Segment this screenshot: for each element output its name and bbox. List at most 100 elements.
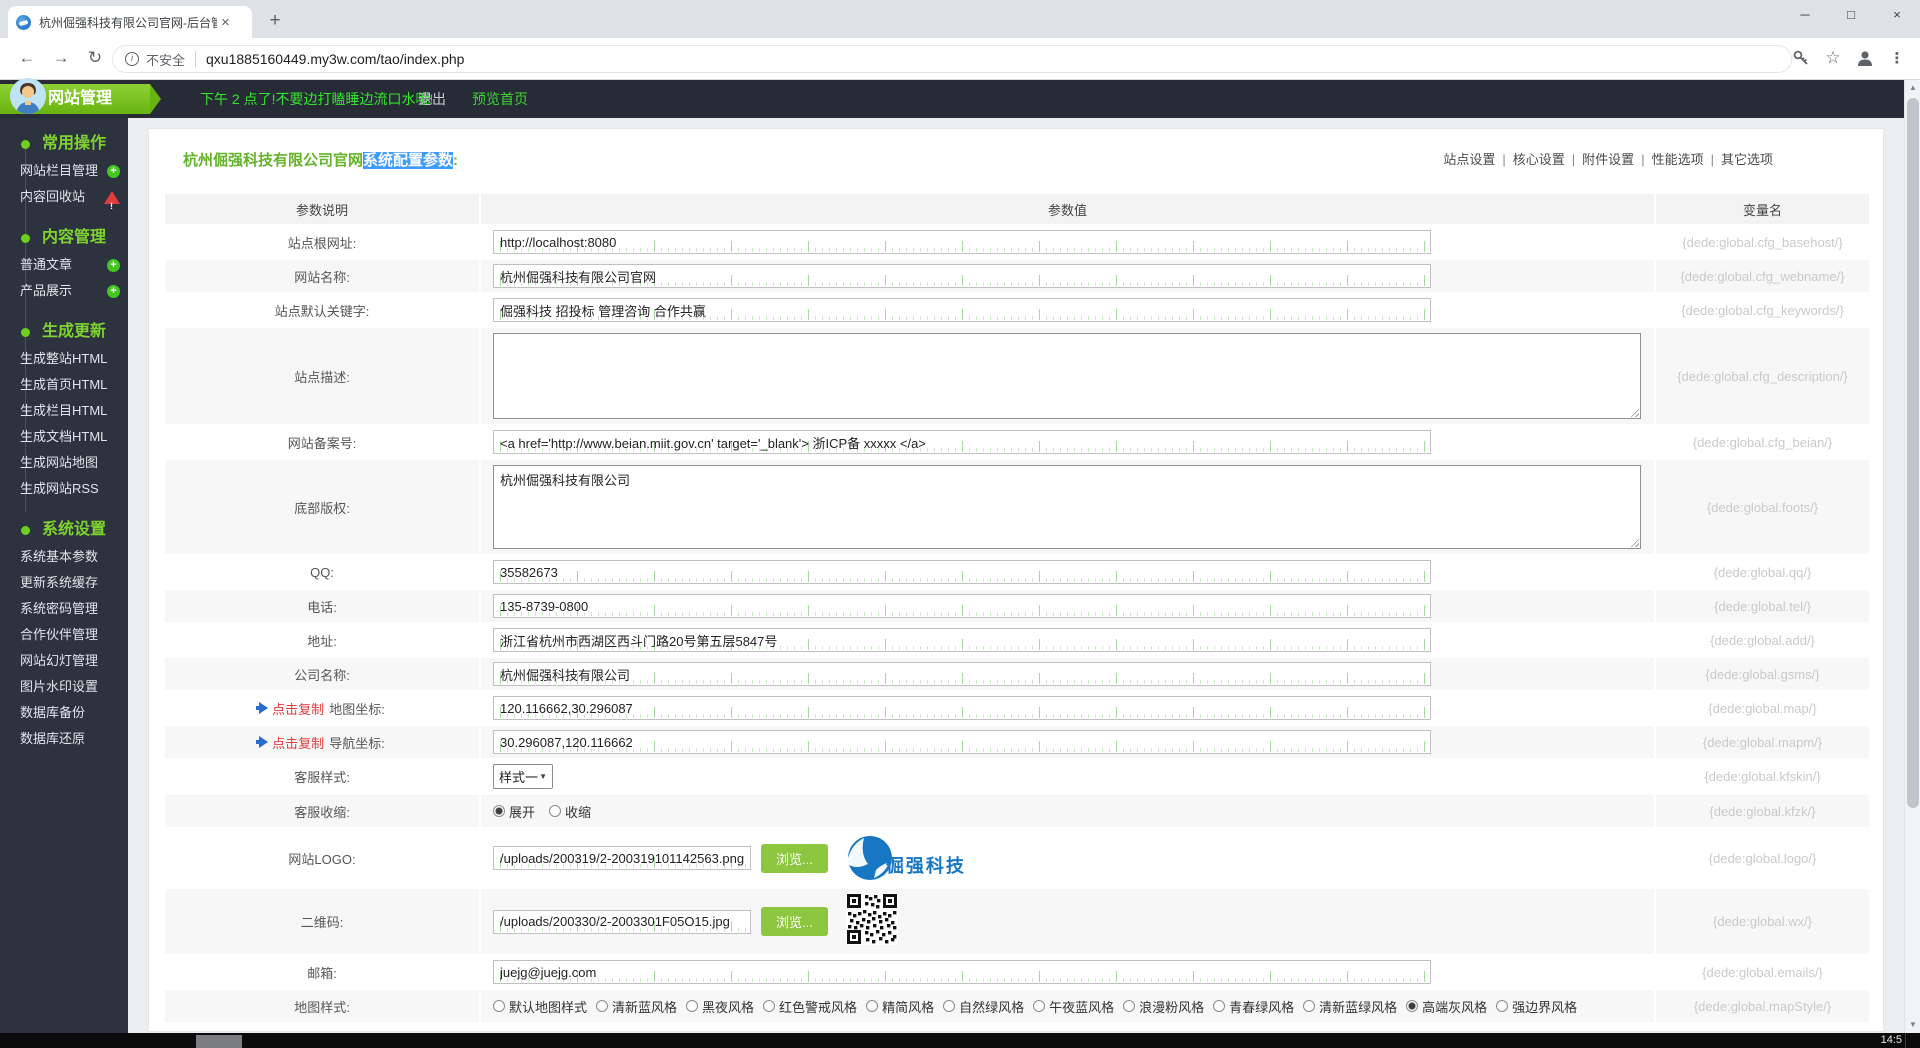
param-textarea[interactable]: 杭州倔强科技有限公司 (493, 465, 1641, 549)
param-label-cell: 客服收缩: (165, 795, 479, 827)
radio-icon[interactable] (943, 1000, 956, 1012)
radio-option[interactable]: 高端灰风格 (1406, 997, 1487, 1016)
param-input[interactable] (493, 730, 1431, 754)
param-input[interactable] (493, 230, 1431, 254)
param-input[interactable] (493, 430, 1431, 454)
click-to-copy-link[interactable]: 点击复制 (272, 699, 324, 718)
window-maximize-button[interactable]: □ (1828, 0, 1874, 32)
sidebar-item[interactable]: 生成网站RSS (0, 476, 120, 502)
sidebar-item[interactable]: 图片水印设置 (0, 674, 120, 700)
radio-selected-icon[interactable] (1406, 1000, 1419, 1012)
radio-icon[interactable] (1213, 1000, 1226, 1012)
radio-option[interactable]: 精简风格 (866, 997, 934, 1016)
sidebar-item[interactable]: 生成文档HTML (0, 424, 120, 450)
sidebar-section-title: 生成更新 (0, 318, 128, 346)
radio-icon[interactable] (686, 1000, 699, 1012)
param-label: QQ: (310, 564, 334, 580)
sidebar-item[interactable]: 内容回收站 (0, 184, 120, 219)
settings-tab-3[interactable]: 附件设置 (1582, 152, 1634, 167)
radio-option[interactable]: 红色警戒风格 (763, 997, 857, 1016)
add-circle-icon[interactable]: + (107, 258, 120, 272)
window-minimize-button[interactable]: ─ (1782, 0, 1828, 32)
window-close-button[interactable]: × (1874, 0, 1920, 32)
param-input[interactable] (493, 560, 1431, 584)
sidebar-item[interactable]: 数据库备份 (0, 700, 120, 726)
scroll-up-icon[interactable]: ▲ (1905, 80, 1920, 96)
sidebar-item[interactable]: 普通文章 + (0, 252, 120, 278)
sidebar-item[interactable]: 系统密码管理 (0, 596, 120, 622)
radio-option[interactable]: 清新蓝风格 (596, 997, 677, 1016)
sidebar-item[interactable]: 更新系统缓存 (0, 570, 120, 596)
settings-tab-1[interactable]: 站点设置 (1443, 152, 1495, 167)
logout-link[interactable]: 退出 (418, 80, 446, 118)
address-bar[interactable]: i 不安全 qxu1885160449.my3w.com/tao/index.p… (112, 45, 1792, 73)
service-style-select[interactable]: 样式一 (493, 764, 553, 789)
radio-icon[interactable] (1496, 1000, 1509, 1012)
radio-icon[interactable] (493, 1000, 505, 1012)
back-icon[interactable]: ← (16, 48, 38, 68)
radio-icon[interactable] (549, 805, 562, 817)
param-input[interactable] (493, 696, 1431, 720)
sidebar-item[interactable]: 网站幻灯管理 (0, 648, 120, 674)
page-scrollbar[interactable]: ▲ ▼ (1904, 80, 1920, 1033)
radio-option[interactable]: 黑夜风格 (686, 997, 754, 1016)
settings-tab-2[interactable]: 核心设置 (1513, 152, 1565, 167)
bookmark-star-icon[interactable]: ☆ (1822, 47, 1844, 69)
sidebar-item[interactable]: 合作伙伴管理 (0, 622, 120, 648)
add-circle-icon[interactable]: + (107, 164, 120, 178)
browser-menu-icon[interactable]: ⋮ (1886, 47, 1908, 69)
param-input[interactable] (493, 594, 1431, 618)
radio-icon[interactable] (1123, 1000, 1136, 1012)
preview-home-link[interactable]: 预览首页 (472, 80, 528, 118)
sidebar-item[interactable]: 生成栏目HTML (0, 398, 120, 424)
add-circle-icon[interactable]: + (107, 284, 120, 298)
settings-tab-4[interactable]: 性能选项 (1652, 152, 1704, 167)
file-path-input[interactable] (493, 909, 751, 934)
radio-selected-icon[interactable] (493, 805, 505, 817)
tab-close-icon[interactable]: × (221, 15, 230, 30)
radio-option[interactable]: 午夜蓝风格 (1033, 997, 1114, 1016)
radio-icon[interactable] (763, 1000, 776, 1012)
new-tab-button[interactable]: + (262, 8, 288, 34)
sidebar-item[interactable]: 数据库还原 (0, 726, 120, 752)
sidebar-item[interactable]: 系统基本参数 (0, 544, 120, 570)
radio-option[interactable]: 青春绿风格 (1213, 997, 1294, 1016)
param-input[interactable] (493, 662, 1431, 686)
taskbar-item[interactable] (196, 1035, 242, 1048)
param-textarea[interactable] (493, 333, 1641, 419)
radio-option[interactable]: 浪漫粉风格 (1123, 997, 1204, 1016)
sidebar-item[interactable]: 生成整站HTML (0, 346, 120, 372)
password-key-icon[interactable] (1790, 47, 1812, 69)
sidebar-item[interactable]: 产品展示 + (0, 278, 120, 304)
file-path-input[interactable] (493, 846, 751, 870)
scrollbar-thumb[interactable] (1907, 98, 1919, 808)
radio-icon[interactable] (596, 1000, 609, 1012)
radio-option[interactable]: 强边界风格 (1496, 997, 1577, 1016)
forward-icon[interactable]: → (50, 48, 72, 68)
radio-option[interactable]: 展开 (493, 802, 535, 821)
param-input[interactable] (493, 264, 1431, 288)
browse-button[interactable]: 浏览... (761, 843, 828, 873)
reload-icon[interactable]: ↻ (84, 48, 106, 68)
info-icon[interactable]: i (125, 52, 139, 66)
param-input[interactable] (493, 628, 1431, 652)
scroll-down-icon[interactable]: ▼ (1905, 1017, 1920, 1033)
click-to-copy-link[interactable]: 点击复制 (272, 733, 324, 752)
url-text[interactable]: qxu1885160449.my3w.com/tao/index.php (206, 51, 464, 67)
browse-button[interactable]: 浏览... (761, 907, 828, 936)
browser-tab[interactable]: 杭州倔强科技有限公司官网-后台管理 × (8, 6, 252, 38)
radio-icon[interactable] (1303, 1000, 1316, 1012)
profile-avatar-icon[interactable] (1854, 47, 1876, 69)
radio-icon[interactable] (866, 1000, 879, 1012)
sidebar-item[interactable]: 生成首页HTML (0, 372, 120, 398)
radio-option[interactable]: 自然绿风格 (943, 997, 1024, 1016)
sidebar-item[interactable]: 生成网站地图 (0, 450, 120, 476)
sidebar-item[interactable]: 网站栏目管理 + (0, 158, 120, 184)
param-input[interactable] (493, 960, 1431, 984)
settings-tab-5[interactable]: 其它选项 (1721, 152, 1773, 167)
param-input[interactable] (493, 298, 1431, 322)
radio-option[interactable]: 收缩 (549, 802, 591, 821)
radio-option[interactable]: 默认地图样式 (493, 997, 587, 1016)
radio-option[interactable]: 清新蓝绿风格 (1303, 997, 1397, 1016)
radio-icon[interactable] (1033, 1000, 1046, 1012)
